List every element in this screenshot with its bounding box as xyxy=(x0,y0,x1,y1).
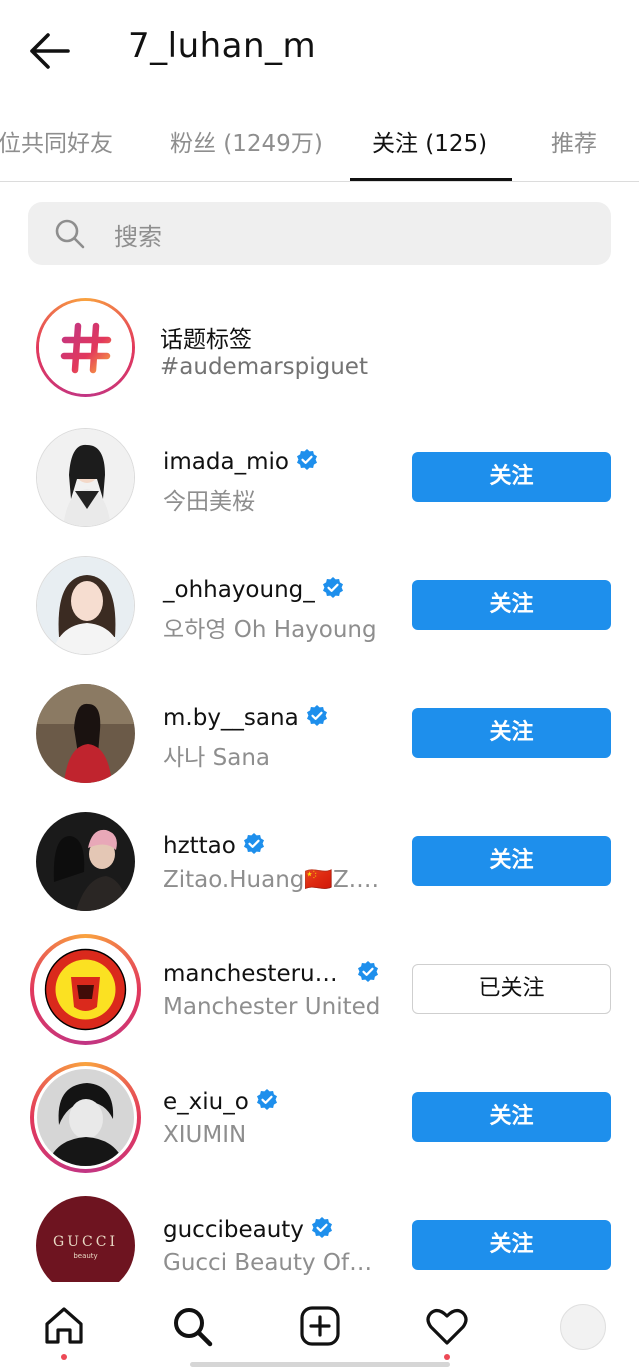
display-name: Gucci Beauty Of… xyxy=(163,1250,373,1276)
user-row[interactable]: e_xiu_o XIUMIN 关注 xyxy=(0,1058,639,1178)
create-icon[interactable] xyxy=(298,1304,342,1348)
user-row[interactable]: m.by__sana 사나 Sana 关注 xyxy=(0,674,639,794)
gucci-logo-sub: beauty xyxy=(73,1252,98,1260)
username: imada_mio xyxy=(163,448,319,475)
display-name: XIUMIN xyxy=(163,1122,247,1148)
username: e_xiu_o xyxy=(163,1088,279,1115)
username: hzttao xyxy=(163,832,266,859)
arrow-left-icon[interactable] xyxy=(26,28,72,74)
gucci-logo-text: GUCCI xyxy=(53,1234,118,1250)
verified-badge-icon xyxy=(357,961,378,982)
username: _ohhayoung_ xyxy=(163,576,345,603)
display-name: 사나 Sana xyxy=(163,745,270,771)
avatar xyxy=(30,934,141,1045)
user-row[interactable]: manchesteru… Manchester United 已关注 xyxy=(0,930,639,1050)
profile-icon[interactable] xyxy=(560,1304,606,1350)
username: guccibeauty xyxy=(163,1216,334,1243)
hashtag-avatar xyxy=(36,298,135,397)
display-name: 오하영 Oh Hayoung xyxy=(163,617,377,643)
username: manchesteru… xyxy=(163,960,380,987)
verified-badge-icon xyxy=(311,1217,332,1238)
active-tab-indicator xyxy=(350,178,512,181)
avatar xyxy=(30,1062,141,1173)
display-name: Manchester United xyxy=(163,994,381,1020)
avatar xyxy=(36,428,135,527)
follow-button[interactable]: 关注 xyxy=(412,708,611,758)
tab-followers[interactable]: 粉丝 (1249万) xyxy=(170,124,323,158)
search-placeholder: 搜索 xyxy=(114,223,162,251)
verified-badge-icon xyxy=(256,1089,277,1110)
follow-button[interactable]: 关注 xyxy=(412,1220,611,1270)
home-indicator xyxy=(190,1362,450,1367)
top-bar: 7_luhan_m xyxy=(0,0,639,100)
hashtag-row[interactable]: 话题标签 #audemarspiguet xyxy=(0,292,639,412)
user-row[interactable]: _ohhayoung_ 오하영 Oh Hayoung 关注 xyxy=(0,546,639,666)
search-icon xyxy=(54,218,86,250)
hashtag-icon xyxy=(60,322,111,373)
page-title: 7_luhan_m xyxy=(128,26,317,66)
avatar xyxy=(36,556,135,655)
hashtag-label: 话题标签 xyxy=(160,327,252,353)
follow-button[interactable]: 关注 xyxy=(412,580,611,630)
follow-button[interactable]: 关注 xyxy=(412,452,611,502)
avatar xyxy=(36,812,135,911)
verified-badge-icon xyxy=(322,577,343,598)
tab-suggested[interactable]: 推荐 xyxy=(551,124,597,158)
follow-button[interactable]: 关注 xyxy=(412,1092,611,1142)
following-button[interactable]: 已关注 xyxy=(412,964,611,1014)
manchester-united-crest xyxy=(37,941,134,1038)
avatar xyxy=(36,684,135,783)
bottom-nav xyxy=(0,1282,639,1372)
follow-button[interactable]: 关注 xyxy=(412,836,611,886)
home-icon[interactable] xyxy=(42,1304,86,1348)
hashtag-tag: #audemarspiguet xyxy=(160,354,368,380)
user-row[interactable]: hzttao Zitao.Huang🇨🇳Z.… 关注 xyxy=(0,802,639,922)
search-icon[interactable] xyxy=(170,1304,214,1348)
user-row[interactable]: imada_mio 今田美桜 关注 xyxy=(0,418,639,538)
verified-badge-icon xyxy=(243,833,264,854)
verified-badge-icon xyxy=(306,705,327,726)
activity-notification-dot xyxy=(444,1354,450,1360)
tab-following[interactable]: 关注 (125) xyxy=(372,124,487,158)
heart-icon[interactable] xyxy=(425,1304,469,1348)
display-name: Zitao.Huang🇨🇳Z.… xyxy=(163,867,380,893)
display-name: 今田美桜 xyxy=(163,489,255,515)
avatar: GUCCI beauty xyxy=(36,1196,135,1282)
home-notification-dot xyxy=(61,1354,67,1360)
tab-bar: 位共同好友 粉丝 (1249万) 关注 (125) 推荐 xyxy=(0,112,639,182)
username: m.by__sana xyxy=(163,704,329,731)
search-input[interactable]: 搜索 xyxy=(28,202,611,265)
user-row[interactable]: GUCCI beauty guccibeauty Gucci Beauty Of… xyxy=(0,1186,639,1282)
verified-badge-icon xyxy=(296,449,317,470)
tab-mutual-friends[interactable]: 位共同好友 xyxy=(0,124,113,158)
